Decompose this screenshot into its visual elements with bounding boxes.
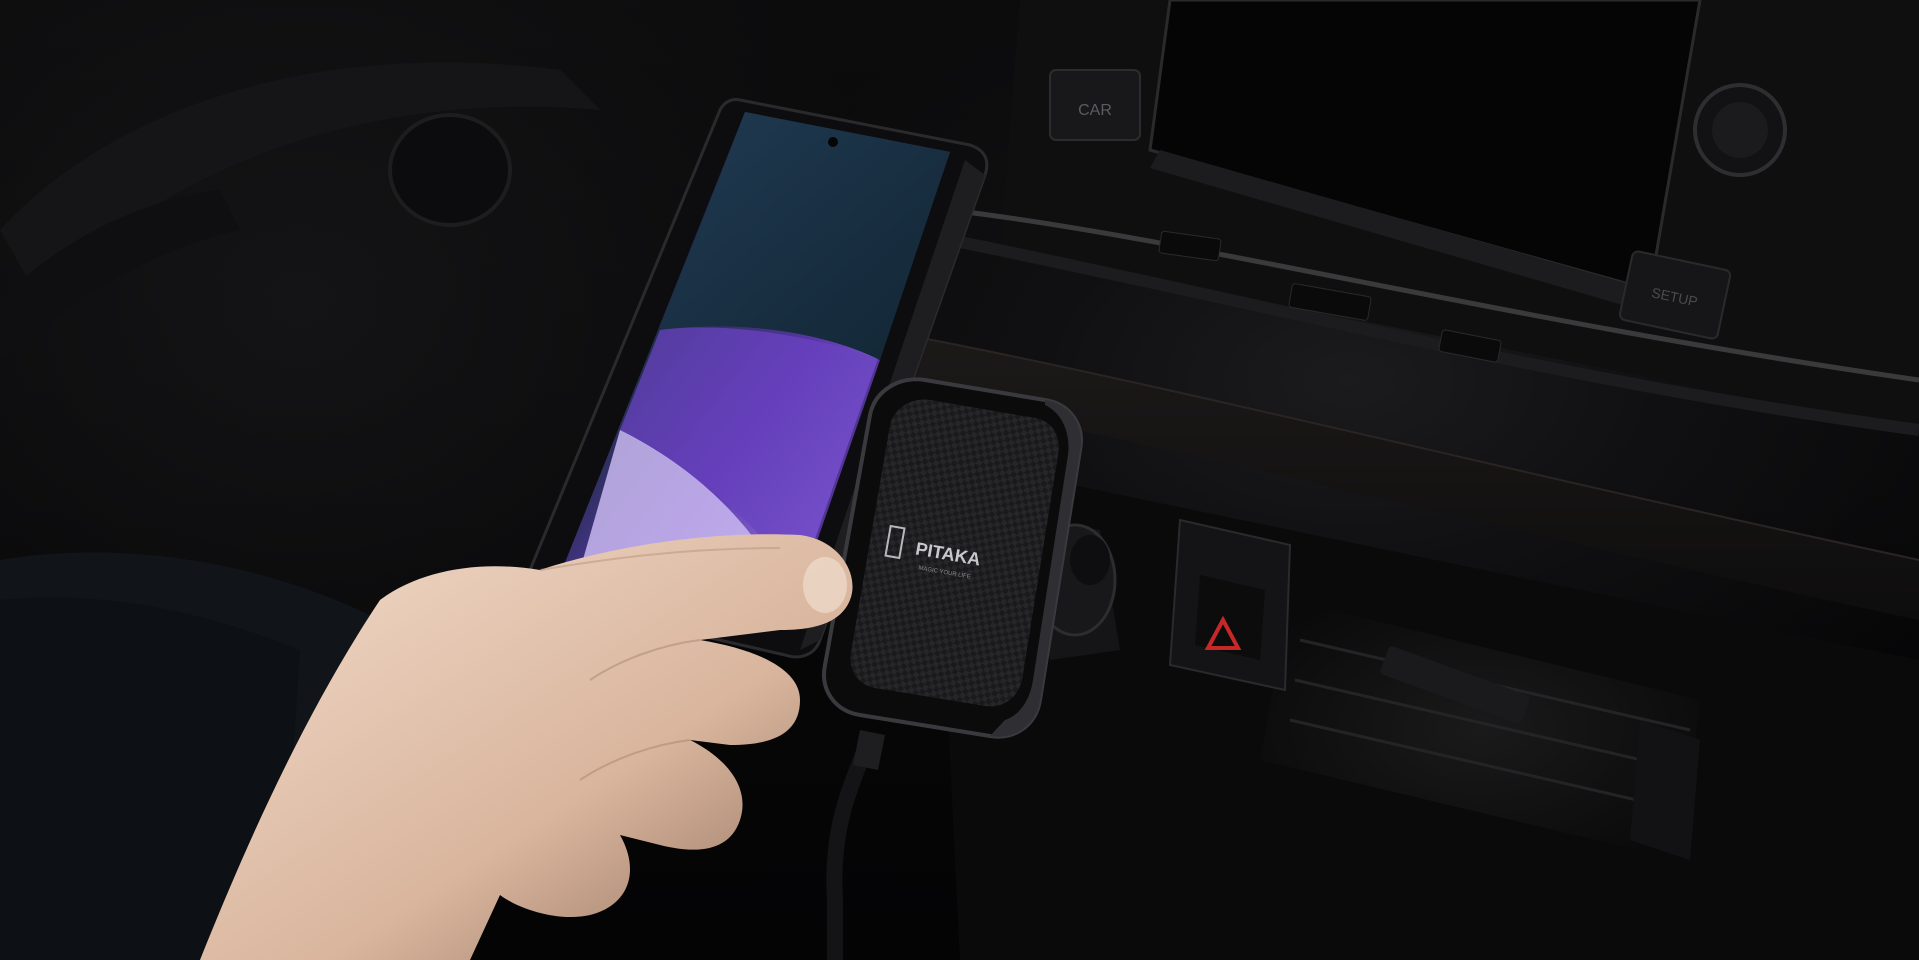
car-button-label: CAR [1078, 102, 1112, 119]
car-button: CAR [1049, 69, 1141, 141]
infotainment-unit: CAR SETUP [948, 0, 1919, 436]
photo-illustration: CAR SETUP PITAKA MAGIC YOUR LIFE [0, 0, 1919, 960]
charging-cable [826, 730, 885, 960]
front-camera-icon [828, 137, 838, 147]
steering-wheel [0, 62, 600, 360]
hazard-button [1168, 518, 1292, 692]
car-interior-photo: CAR SETUP PITAKA MAGIC YOUR LIFE [0, 0, 1919, 960]
